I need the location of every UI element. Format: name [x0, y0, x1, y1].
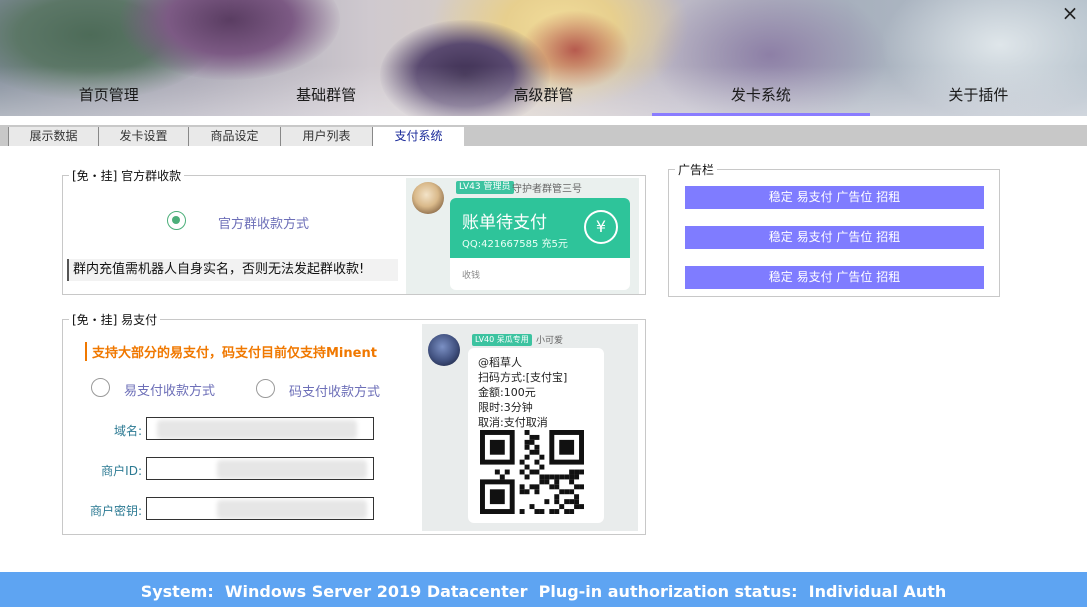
bill-card-footer: 收钱: [462, 271, 481, 281]
bill-card-title: 账单待支付: [462, 213, 547, 233]
redacted-value: [217, 460, 367, 479]
sender-name: 守护者群管三号: [512, 184, 582, 195]
domain-label: 域名:: [113, 424, 142, 438]
header-banner: × 首页管理 基础群管 高级群管 发卡系统 关于插件: [0, 0, 1087, 116]
official-group-title: [免・挂] 官方群收款: [69, 167, 185, 184]
close-icon[interactable]: ×: [1059, 2, 1081, 24]
codepay-radio-label[interactable]: 码支付收款方式: [289, 381, 380, 400]
level-badge: LV43 管理员: [456, 181, 514, 194]
tab-display-data[interactable]: 展示数据: [8, 127, 98, 146]
message-line: @稻草人: [478, 356, 522, 369]
ad-slot-button[interactable]: 稳定 易支付 广告位 招租: [685, 186, 984, 209]
official-group-preview-image: LV43 管理员 守护者群管三号 账单待支付 QQ:421667585 充5元 …: [406, 178, 639, 294]
message-line: 限时:3分钟: [478, 401, 533, 414]
merchant-id-label: 商户ID:: [101, 464, 142, 478]
message-line: 扫码方式:[支付宝]: [478, 371, 568, 384]
sub-tab-strip: 展示数据 发卡设置 商品设定 用户列表 支付系统: [0, 125, 1087, 146]
tab-product-settings[interactable]: 商品设定: [188, 127, 280, 146]
epay-radio[interactable]: [91, 378, 110, 397]
merchant-key-label: 商户密钥:: [89, 504, 142, 518]
bill-card-subtitle: QQ:421667585 充5元: [462, 239, 568, 250]
official-group-radio[interactable]: [167, 211, 186, 230]
status-bar: System: Windows Server 2019 Datacenter P…: [0, 572, 1087, 607]
yen-icon: ¥: [584, 210, 618, 244]
nav-item-about[interactable]: 关于插件: [870, 80, 1087, 116]
domain-field[interactable]: [146, 417, 374, 440]
codepay-radio[interactable]: [256, 379, 275, 398]
official-group-radio-label[interactable]: 官方群收款方式: [218, 213, 309, 232]
merchant-id-field[interactable]: [146, 457, 374, 480]
ads-title: 广告栏: [675, 161, 718, 178]
epay-radio-label[interactable]: 易支付收款方式: [124, 380, 215, 399]
nav-item-home[interactable]: 首页管理: [0, 80, 217, 116]
merchant-key-field[interactable]: [146, 497, 374, 520]
tab-user-list[interactable]: 用户列表: [280, 127, 372, 146]
message-line: 取消:支付取消: [478, 416, 548, 429]
avatar: [428, 334, 460, 366]
official-group-notice: 群内充值需机器人自身实名，否则无法发起群收款!: [67, 259, 398, 281]
ad-slot-button[interactable]: 稳定 易支付 广告位 招租: [685, 266, 984, 289]
epay-preview-image: LV40 呆瓜专用 小可爱 @稻草人 扫码方式:[支付宝] 金额:100元 限时…: [422, 324, 638, 531]
redacted-value: [217, 500, 367, 519]
nav-item-card-system[interactable]: 发卡系统: [652, 80, 871, 116]
redacted-value: [157, 420, 357, 439]
qr-code-icon: [480, 430, 584, 514]
message-line: 金额:100元: [478, 386, 536, 399]
app-window: × 首页管理 基础群管 高级群管 发卡系统 关于插件 展示数据 发卡设置 商品设…: [0, 0, 1087, 607]
tab-card-settings[interactable]: 发卡设置: [98, 127, 188, 146]
avatar: [412, 182, 444, 214]
main-nav: 首页管理 基础群管 高级群管 发卡系统 关于插件: [0, 80, 1087, 116]
sender-name: 小可爱: [536, 336, 564, 346]
nav-item-basic-group[interactable]: 基础群管: [217, 80, 434, 116]
tab-payment-system[interactable]: 支付系统: [372, 127, 464, 146]
ads-panel: 广告栏 稳定 易支付 广告位 招租 稳定 易支付 广告位 招租 稳定 易支付 广…: [668, 161, 1000, 297]
epay-notice: 支持大部分的易支付，码支付目前仅支持Minent: [85, 342, 377, 361]
bill-card: 账单待支付 QQ:421667585 充5元 ¥ 收钱: [450, 198, 630, 290]
nav-item-advanced-group[interactable]: 高级群管: [435, 80, 652, 116]
ad-slot-button[interactable]: 稳定 易支付 广告位 招租: [685, 226, 984, 249]
level-badge: LV40 呆瓜专用: [472, 334, 532, 346]
payment-message-card: @稻草人 扫码方式:[支付宝] 金额:100元 限时:3分钟 取消:支付取消: [468, 348, 604, 523]
epay-title: [免・挂] 易支付: [69, 311, 161, 328]
